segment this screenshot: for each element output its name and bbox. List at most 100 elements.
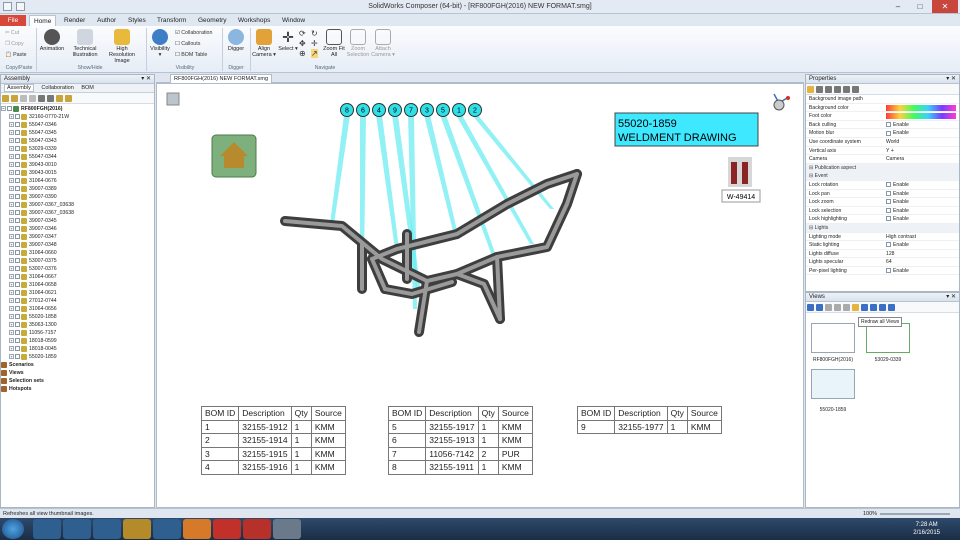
- tool-icon[interactable]: [834, 304, 841, 311]
- property-value[interactable]: Enable: [886, 198, 909, 207]
- redraw-views-icon[interactable]: [852, 304, 859, 311]
- orbit-icon[interactable]: ↻: [311, 29, 318, 38]
- tree-item[interactable]: +55047-0343: [1, 137, 154, 145]
- attach-camera-button[interactable]: Attach Camera ▾: [371, 29, 395, 58]
- callout-bubble[interactable]: 4: [372, 103, 386, 117]
- property-value[interactable]: Enable: [886, 129, 909, 138]
- tab-geometry[interactable]: Geometry: [194, 15, 231, 26]
- tab-styles[interactable]: Styles: [124, 15, 150, 26]
- minimize-button[interactable]: –: [888, 0, 908, 13]
- tree-item[interactable]: +55047-0344: [1, 153, 154, 161]
- tab-assembly[interactable]: Assembly: [4, 84, 34, 92]
- property-row[interactable]: Lock selection Enable: [806, 207, 959, 216]
- zoom-selection-button[interactable]: Zoom Selection: [346, 29, 370, 58]
- property-row[interactable]: Lock pan Enable: [806, 190, 959, 199]
- tree-item[interactable]: +31064-0667: [1, 273, 154, 281]
- tree-item[interactable]: +39007-0367_03638: [1, 209, 154, 217]
- tree-item[interactable]: Hotspots: [1, 385, 154, 393]
- panel-close-icon[interactable]: ▾ ✕: [946, 293, 956, 302]
- viewport-corner-icon[interactable]: [166, 92, 180, 106]
- tool-icon[interactable]: [2, 95, 9, 102]
- property-value[interactable]: Enable: [886, 215, 909, 224]
- property-row[interactable]: Vertical axis Y +: [806, 147, 959, 156]
- tab-collaboration[interactable]: Collaboration: [41, 85, 73, 91]
- tree-item[interactable]: − RF800FGH(2016): [1, 105, 154, 113]
- property-row[interactable]: Back culling Enable: [806, 121, 959, 130]
- property-row[interactable]: Motion blur Enable: [806, 129, 959, 138]
- tree-item[interactable]: +31064-0658: [1, 281, 154, 289]
- callout-bubble[interactable]: 9: [388, 103, 402, 117]
- composer-icon[interactable]: [273, 519, 301, 539]
- home-view-button[interactable]: [211, 134, 257, 178]
- start-button[interactable]: [2, 519, 24, 539]
- property-row[interactable]: Lock highlighting Enable: [806, 215, 959, 224]
- property-row[interactable]: Lights specular 64: [806, 258, 959, 267]
- app-icon[interactable]: [63, 519, 91, 539]
- tool-icon[interactable]: [816, 86, 823, 93]
- tree-item[interactable]: +18018-0599: [1, 337, 154, 345]
- tree-item[interactable]: +31064-0621: [1, 289, 154, 297]
- tree-item[interactable]: +39043-0015: [1, 169, 154, 177]
- tree-item[interactable]: +55047-0345: [1, 129, 154, 137]
- tool-icon[interactable]: [888, 304, 895, 311]
- tree-item[interactable]: +31064-0656: [1, 305, 154, 313]
- property-row[interactable]: Foot color: [806, 112, 959, 121]
- rotate-icon[interactable]: ⟳: [299, 29, 306, 38]
- property-row[interactable]: ⊟ Lights: [806, 223, 959, 233]
- solidworks-icon[interactable]: [213, 519, 241, 539]
- close-button[interactable]: ✕: [932, 0, 958, 13]
- zoom-icon[interactable]: ⊕: [299, 49, 306, 58]
- property-value[interactable]: Camera: [886, 155, 904, 164]
- property-row[interactable]: Background image path: [806, 95, 959, 104]
- view-thumbnail[interactable]: [811, 323, 855, 353]
- property-row[interactable]: ⊟ Event: [806, 172, 959, 181]
- property-row[interactable]: ⊟ Publication aspect: [806, 163, 959, 173]
- tool-icon[interactable]: [834, 86, 841, 93]
- property-value[interactable]: 128: [886, 250, 895, 259]
- tree-item[interactable]: +31064-0676: [1, 177, 154, 185]
- color-swatch[interactable]: [886, 104, 956, 111]
- tab-render[interactable]: Render: [60, 15, 89, 26]
- tool-icon[interactable]: [843, 304, 850, 311]
- tree-item[interactable]: +11056-7157: [1, 329, 154, 337]
- tree-item[interactable]: +55020-1858: [1, 313, 154, 321]
- tab-workshops[interactable]: Workshops: [234, 15, 274, 26]
- property-row[interactable]: Per-pixel lighting Enable: [806, 267, 959, 276]
- tree-item[interactable]: +39007-0346: [1, 225, 154, 233]
- app-icon[interactable]: [153, 519, 181, 539]
- property-value[interactable]: High contrast: [886, 233, 916, 242]
- tree-item[interactable]: +39043-0010: [1, 161, 154, 169]
- tree-item[interactable]: +39007-0367_03638: [1, 201, 154, 209]
- document-tab[interactable]: RF800FGH(2016) NEW FORMAT.smg: [170, 74, 273, 83]
- tool-icon[interactable]: [870, 304, 877, 311]
- collaboration-toggle[interactable]: ☑ Collaboration: [175, 30, 212, 36]
- callout-bubble[interactable]: 3: [420, 103, 434, 117]
- tool-icon[interactable]: [56, 95, 63, 102]
- tree-item[interactable]: Views: [1, 369, 154, 377]
- ie-icon[interactable]: [33, 519, 61, 539]
- tree-item[interactable]: +39007-0390: [1, 193, 154, 201]
- technical-illustration-button[interactable]: Technical Illustration: [68, 29, 102, 58]
- callouts-toggle[interactable]: ☐ Callouts: [175, 41, 200, 47]
- property-row[interactable]: Camera Camera: [806, 155, 959, 164]
- tree-item[interactable]: +39007-0389: [1, 185, 154, 193]
- tool-icon[interactable]: [861, 304, 868, 311]
- tool-icon[interactable]: [879, 304, 886, 311]
- tree-item[interactable]: Scenarios: [1, 361, 154, 369]
- zoom-slider[interactable]: [880, 513, 950, 515]
- property-value[interactable]: 64: [886, 258, 892, 267]
- tree-item[interactable]: +35063-1300: [1, 321, 154, 329]
- property-row[interactable]: Static lighting Enable: [806, 241, 959, 250]
- fly-icon[interactable]: ↗: [311, 49, 318, 58]
- tree-item[interactable]: +53007-0375: [1, 257, 154, 265]
- tab-file[interactable]: File: [0, 15, 26, 26]
- copy-button[interactable]: ❐ Copy: [5, 41, 24, 47]
- tool-icon[interactable]: [47, 95, 54, 102]
- property-row[interactable]: Lighting mode High contrast: [806, 233, 959, 242]
- maximize-button[interactable]: □: [910, 0, 930, 13]
- paste-button[interactable]: 📋 Paste: [5, 52, 27, 58]
- color-swatch[interactable]: [886, 113, 956, 120]
- tab-home[interactable]: Home: [29, 15, 57, 26]
- tree-item[interactable]: +55047-0346: [1, 121, 154, 129]
- tool-icon[interactable]: [807, 86, 814, 93]
